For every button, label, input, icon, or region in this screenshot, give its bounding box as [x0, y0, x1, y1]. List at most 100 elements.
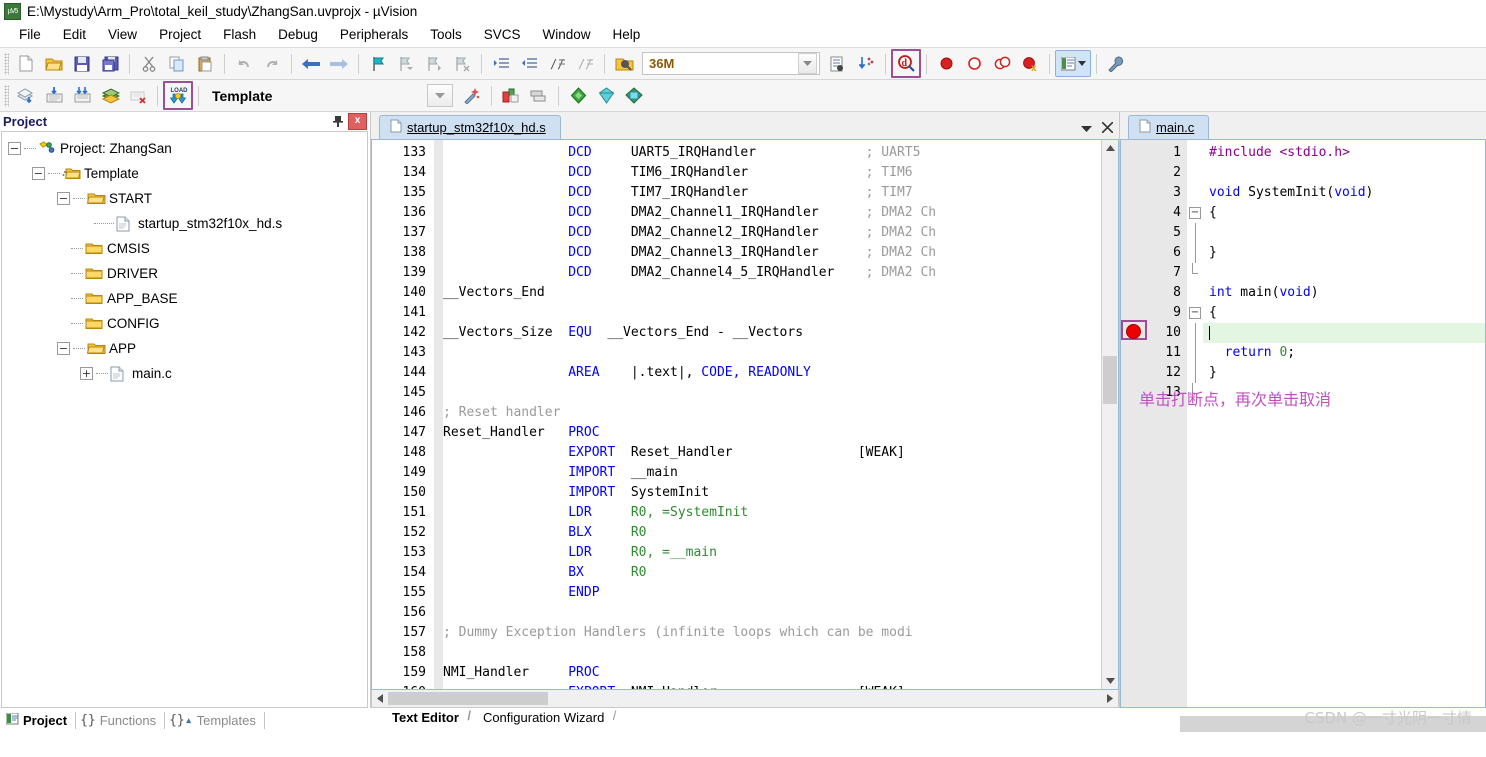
batch-build-icon[interactable]	[96, 82, 124, 109]
scroll-thumb[interactable]	[1103, 356, 1117, 404]
bookmark-prev-icon[interactable]	[392, 50, 420, 77]
indent-icon[interactable]	[487, 50, 515, 77]
bookmark-toggle-icon[interactable]	[364, 50, 392, 77]
code-line[interactable]	[443, 303, 1101, 323]
code-line[interactable]: DCD DMA2_Channel2_IRQHandler ; DMA2 Ch	[443, 223, 1101, 243]
menu-peripherals[interactable]: Peripherals	[329, 24, 419, 45]
scroll-up-icon[interactable]	[1102, 140, 1118, 156]
tree-node-startup-file[interactable]: startup_stm32f10x_hd.s	[2, 211, 367, 236]
fold-marker[interactable]: −	[1187, 203, 1203, 223]
asm-code-text[interactable]: DCD UART5_IRQHandler ; UART5 DCD TIM6_IR…	[443, 140, 1101, 689]
breakpoint-slot[interactable]	[1121, 220, 1147, 240]
code-line[interactable]: DCD TIM6_IRQHandler ; TIM6	[443, 163, 1101, 183]
tree-node-start[interactable]: − START	[2, 186, 367, 211]
toolbar-grip[interactable]	[4, 84, 9, 107]
code-line[interactable]: return 0;	[1203, 343, 1485, 363]
tab-main-c[interactable]: main.c	[1128, 115, 1210, 139]
breakpoint-slot[interactable]	[1121, 360, 1147, 380]
asm-vertical-scrollbar[interactable]	[1101, 140, 1118, 689]
breakpoint-slot[interactable]	[1121, 280, 1147, 300]
redo-icon[interactable]	[258, 50, 286, 77]
main-c-code-text[interactable]: #include <stdio.h> void SystemInit(void)…	[1203, 140, 1485, 707]
breakpoint-slot[interactable]	[1121, 380, 1147, 400]
code-line[interactable]: __Vectors_End	[443, 283, 1101, 303]
tree-node-cmsis[interactable]: CMSIS	[2, 236, 367, 261]
code-line[interactable]: void SystemInit(void)	[1203, 183, 1485, 203]
uncomment-icon[interactable]: //	[571, 50, 599, 77]
breakpoint-slot[interactable]	[1121, 240, 1147, 260]
tree-node-project[interactable]: − Project: ZhangSan	[2, 136, 367, 161]
configuration-wizard-icon[interactable]	[1102, 50, 1130, 77]
project-target-selector[interactable]: Template	[204, 85, 427, 107]
stop-build-icon[interactable]	[124, 82, 152, 109]
tree-node-main-c[interactable]: + main.c	[2, 361, 367, 386]
fold-marker[interactable]: −	[1187, 303, 1203, 323]
disable-all-breakpoints-icon[interactable]	[988, 50, 1016, 77]
expander-icon[interactable]: +	[80, 367, 93, 380]
code-line[interactable]: DCD DMA2_Channel3_IRQHandler ; DMA2 Ch	[443, 243, 1101, 263]
undo-icon[interactable]	[230, 50, 258, 77]
code-line[interactable]: ; Dummy Exception Handlers (infinite loo…	[443, 623, 1101, 643]
code-line[interactable]: LDR R0, =SystemInit	[443, 503, 1101, 523]
code-line[interactable]: DCD DMA2_Channel1_IRQHandler ; DMA2 Ch	[443, 203, 1101, 223]
code-line[interactable]: __Vectors_Size EQU __Vectors_End - __Vec…	[443, 323, 1101, 343]
code-line[interactable]: EXPORT Reset_Handler [WEAK]	[443, 443, 1101, 463]
fold-column[interactable]: − −	[1187, 140, 1203, 707]
code-line[interactable]	[1203, 323, 1485, 343]
breakpoint-slot[interactable]	[1121, 200, 1147, 220]
menu-view[interactable]: View	[97, 24, 148, 45]
project-target-chevron-down-icon[interactable]	[427, 84, 453, 107]
manage-project-items-icon[interactable]	[497, 82, 525, 109]
code-line[interactable]: Reset_Handler PROC	[443, 423, 1101, 443]
code-line[interactable]	[443, 643, 1101, 663]
code-line[interactable]: {	[1203, 303, 1485, 323]
books-icon[interactable]	[564, 82, 592, 109]
code-line[interactable]: DCD TIM7_IRQHandler ; TIM7	[443, 183, 1101, 203]
code-line[interactable]: }	[1203, 363, 1485, 383]
kill-all-breakpoints-icon[interactable]: x	[1016, 50, 1044, 77]
bookmark-next-icon[interactable]	[420, 50, 448, 77]
breakpoint-dot-icon[interactable]	[1126, 324, 1141, 339]
code-line[interactable]: ENDP	[443, 583, 1101, 603]
code-line[interactable]: ; Reset handler	[443, 403, 1101, 423]
start-debug-icon[interactable]: d	[891, 49, 921, 78]
project-tree[interactable]: − Project: ZhangSan − Template − START s…	[1, 131, 368, 708]
navigate-forward-icon[interactable]	[325, 50, 353, 77]
translate-icon[interactable]	[12, 82, 40, 109]
tab-project[interactable]: Project	[4, 711, 77, 729]
disable-breakpoint-icon[interactable]	[960, 50, 988, 77]
code-line[interactable]	[443, 603, 1101, 623]
scroll-track[interactable]	[388, 691, 1102, 706]
code-line[interactable]: AREA |.text|, CODE, READONLY	[443, 363, 1101, 383]
code-line[interactable]: IMPORT SystemInit	[443, 483, 1101, 503]
open-file-icon[interactable]	[40, 50, 68, 77]
code-line[interactable]	[1203, 383, 1485, 403]
save-all-icon[interactable]	[96, 50, 124, 77]
tree-node-template[interactable]: − Template	[2, 161, 367, 186]
tab-functions[interactable]: {} Functions	[78, 711, 166, 729]
code-line[interactable]	[1203, 263, 1485, 283]
menu-flash[interactable]: Flash	[212, 24, 267, 45]
fold-collapse-icon[interactable]: −	[1189, 307, 1201, 319]
code-line[interactable]: LDR R0, =__main	[443, 543, 1101, 563]
code-line[interactable]: DCD UART5_IRQHandler ; UART5	[443, 143, 1101, 163]
copy-icon[interactable]	[163, 50, 191, 77]
asm-horizontal-scrollbar[interactable]	[371, 690, 1119, 708]
tree-node-driver[interactable]: DRIVER	[2, 261, 367, 286]
tab-templates[interactable]: {}▴ Templates	[167, 711, 265, 729]
code-line[interactable]: }	[1203, 243, 1485, 263]
menu-file[interactable]: File	[8, 24, 52, 45]
functions-icon[interactable]	[592, 82, 620, 109]
bookmark-clear-icon[interactable]	[448, 50, 476, 77]
scroll-left-icon[interactable]	[372, 691, 388, 706]
menu-svcs[interactable]: SVCS	[473, 24, 532, 45]
insert-breakpoint-icon[interactable]	[932, 50, 960, 77]
asm-code-area[interactable]: 133 134 135 136 137 138 139 140 141 142 143 144 145 1…	[371, 139, 1119, 690]
menu-project[interactable]: Project	[148, 24, 212, 45]
menu-tools[interactable]: Tools	[419, 24, 473, 45]
code-line[interactable]	[443, 383, 1101, 403]
breakpoint-slot[interactable]	[1121, 260, 1147, 280]
breakpoint-slot[interactable]	[1121, 160, 1147, 180]
breakpoint-slot[interactable]	[1121, 140, 1147, 160]
scroll-down-icon[interactable]	[1102, 673, 1118, 689]
